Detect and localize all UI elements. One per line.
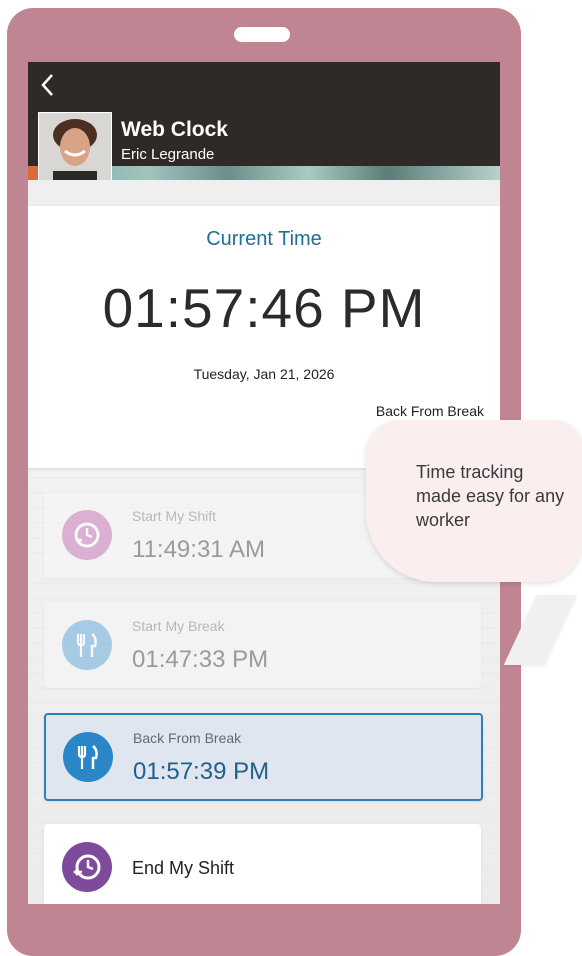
current-time-display: 01:57:46 PM	[102, 277, 426, 339]
fork-knife-icon	[62, 620, 112, 670]
punch-label: Back From Break	[133, 730, 242, 746]
current-date: Tuesday, Jan 21, 2026	[193, 366, 335, 382]
callout-bubble: Time tracking made easy for any worker	[366, 420, 582, 582]
page-title: Web Clock	[121, 118, 228, 141]
punch-time: 11:49:31 AM	[132, 536, 265, 563]
avatar	[38, 112, 112, 180]
punch-label: End My Shift	[132, 858, 235, 878]
fork-knife-icon	[63, 732, 113, 782]
clock-in-icon	[62, 510, 112, 560]
punch-label: Start My Shift	[132, 508, 217, 524]
callout-text: Time tracking made easy for any worker	[416, 462, 565, 530]
user-name: Eric Legrande	[121, 146, 215, 163]
punch-back-from-break[interactable]: Back From Break 01:57:39 PM	[44, 713, 483, 801]
punch-end-shift[interactable]: End My Shift	[44, 824, 481, 904]
punch-time: 01:57:39 PM	[133, 758, 270, 785]
current-status: Back From Break	[375, 403, 484, 419]
punch-time: 01:47:33 PM	[132, 646, 269, 673]
phone-speaker	[234, 27, 290, 42]
chevron-left-icon[interactable]	[38, 70, 62, 100]
punch-label: Start My Break	[132, 618, 225, 634]
current-time-label: Current Time	[206, 228, 322, 250]
punch-start-break[interactable]: Start My Break 01:47:33 PM	[44, 602, 481, 688]
clock-out-icon	[62, 842, 112, 892]
app-header: Web Clock Eric Legrande	[28, 62, 500, 180]
